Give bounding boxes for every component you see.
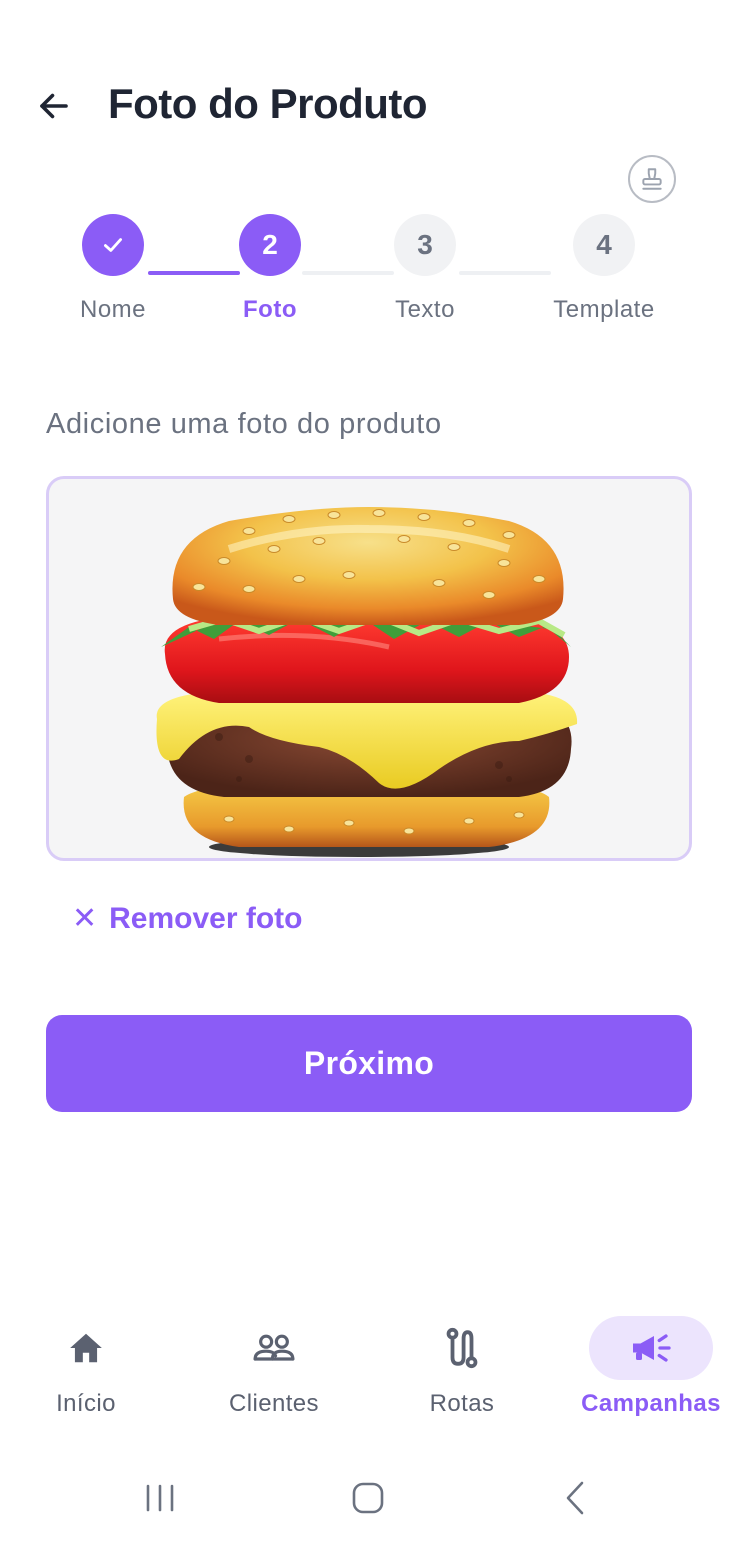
arrow-left-icon (40, 93, 68, 119)
recent-apps-icon (146, 1484, 174, 1512)
header: Foto do Produto (0, 60, 738, 150)
system-nav-bar (0, 1460, 738, 1542)
home-icon (70, 1333, 102, 1363)
home-system-button[interactable] (338, 1478, 398, 1518)
remove-photo-label: Remover foto (109, 902, 303, 935)
stamp-button[interactable] (628, 155, 676, 203)
step-4-circle[interactable]: 4 (573, 214, 635, 276)
step-2-label: Foto (243, 296, 297, 323)
progress-stepper: 2 3 4 Nome Foto Texto Template (0, 210, 738, 330)
step-2-circle[interactable]: 2 (239, 214, 301, 276)
home-square-icon (352, 1482, 384, 1514)
back-system-button[interactable] (546, 1478, 606, 1518)
nav-item-inicio[interactable]: Início (0, 1316, 178, 1426)
product-photo (156, 507, 578, 857)
nav-item-campanhas[interactable]: Campanhas (559, 1316, 738, 1426)
users-icon (253, 1334, 295, 1361)
nav-label-rotas: Rotas (429, 1390, 495, 1417)
nav-label-campanhas: Campanhas (581, 1390, 721, 1417)
nav-icon-container (212, 1316, 336, 1380)
megaphone-icon (633, 1334, 671, 1362)
stamp-icon (642, 168, 662, 190)
step-connector-2 (302, 271, 394, 275)
step-4-label: Template (553, 296, 655, 323)
nav-item-rotas[interactable]: Rotas (370, 1316, 554, 1426)
nav-label-clientes: Clientes (229, 1390, 319, 1417)
step-3-circle[interactable]: 3 (394, 214, 456, 276)
route-icon (446, 1327, 478, 1369)
bottom-nav: Início Clientes Rotas Campanhas (0, 1300, 738, 1440)
step-connector-1 (148, 271, 240, 275)
step-3-label: Texto (395, 296, 455, 323)
step-1-label: Nome (79, 296, 147, 323)
back-button[interactable] (30, 82, 78, 130)
nav-icon-container (589, 1316, 713, 1380)
product-photo-container[interactable] (46, 476, 692, 861)
check-icon (104, 238, 122, 252)
nav-icon-container (400, 1316, 524, 1380)
remove-photo-button[interactable]: ✕ Remover foto (72, 902, 303, 936)
nav-item-clientes[interactable]: Clientes (182, 1316, 366, 1426)
recent-apps-button[interactable] (130, 1478, 190, 1518)
step-1-circle[interactable] (82, 214, 144, 276)
upload-prompt: Adicione uma foto do produto (46, 408, 442, 440)
nav-icon-container (24, 1316, 148, 1380)
page-title: Foto do Produto (108, 80, 428, 127)
step-connector-3 (459, 271, 551, 275)
chevron-left-icon (566, 1481, 584, 1515)
next-button[interactable]: Próximo (46, 1015, 692, 1112)
close-icon: ✕ (72, 902, 98, 935)
nav-label-inicio: Início (56, 1390, 116, 1417)
